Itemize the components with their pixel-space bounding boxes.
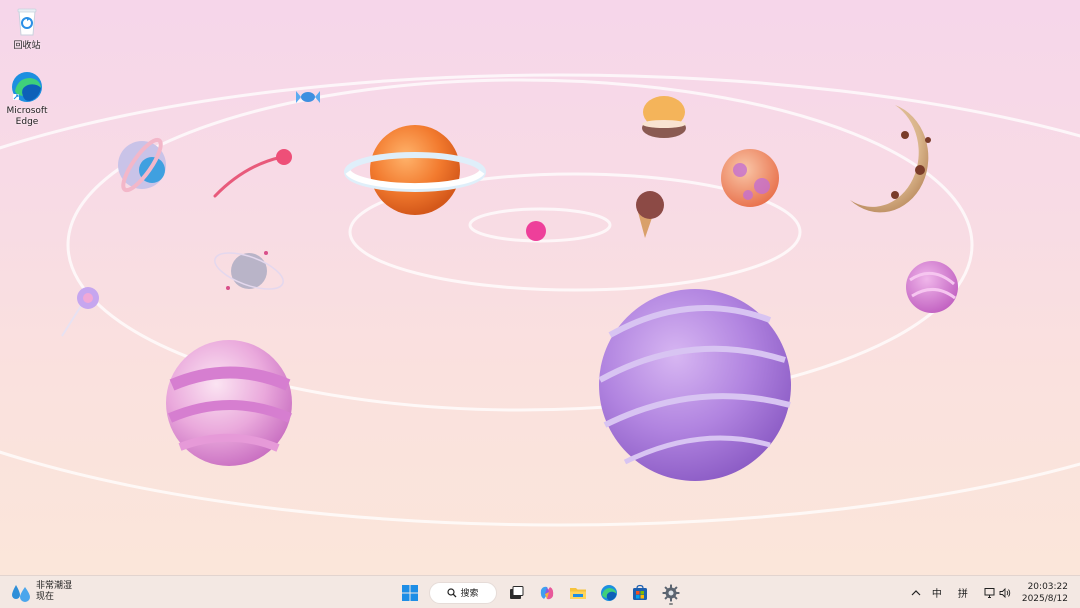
weather-widget[interactable]: 非常潮湿 现在 — [10, 579, 72, 605]
active-indicator — [669, 603, 673, 605]
edge-icon — [601, 584, 617, 601]
clock-date: 2025/8/12 — [1021, 593, 1068, 604]
file-explorer-button[interactable] — [564, 579, 592, 606]
store-icon — [633, 584, 647, 600]
gear-icon — [662, 584, 680, 601]
store-button[interactable] — [626, 579, 654, 606]
recycle-bin-icon — [17, 8, 37, 36]
clock-button[interactable]: 20:03:22 2025/8/12 — [1022, 581, 1072, 605]
quick-settings-button[interactable] — [979, 579, 1016, 606]
system-tray: 中 拼 20:03:22 2025/8/12 — [905, 579, 1072, 606]
comet — [213, 149, 292, 198]
ringed-planet-small — [118, 137, 166, 193]
copilot-button[interactable] — [533, 579, 561, 606]
clock-time: 20:03:22 — [1027, 581, 1068, 592]
chevron-up-icon — [911, 589, 921, 595]
copilot-icon — [540, 586, 554, 599]
grey-ringed-planet — [214, 251, 284, 290]
start-button[interactable] — [396, 579, 424, 606]
pink-ball — [526, 221, 546, 241]
ime-mode-button[interactable]: 拼 — [953, 579, 973, 606]
desktop-icon-recycle-bin[interactable]: 回收站 — [0, 5, 55, 52]
settings-button[interactable] — [657, 579, 685, 606]
desktop-icon-label: 回收站 — [13, 41, 41, 51]
macaron — [642, 96, 686, 138]
patterned-ball — [721, 149, 779, 207]
taskbar-center: 搜索 — [396, 579, 688, 606]
network-icon — [984, 587, 995, 598]
windows-start-icon — [402, 584, 418, 601]
edge-taskbar-button[interactable] — [595, 579, 623, 606]
task-view-button[interactable] — [502, 579, 530, 606]
water-drops-icon — [12, 585, 30, 602]
search-label: 搜索 — [460, 589, 479, 599]
wallpaper — [0, 73, 1080, 527]
show-hidden-icons-button[interactable] — [905, 579, 927, 606]
search-button[interactable]: 搜索 — [429, 581, 497, 604]
search-icon — [447, 587, 457, 597]
weather-time: 现在 — [36, 592, 55, 602]
purple-planet — [598, 289, 791, 481]
ice-cream — [636, 191, 664, 238]
edge-icon — [12, 72, 42, 102]
orange-ringed-planet — [344, 125, 486, 215]
weather-condition: 非常潮湿 — [36, 581, 73, 591]
desktop[interactable]: 回收站 Microsoft Edge — [0, 0, 1080, 575]
cookie-moon — [850, 105, 931, 213]
task-view-icon — [510, 585, 524, 599]
desktop-icon-label: Microsoft Edge — [6, 106, 48, 127]
desktop-icon-edge[interactable]: Microsoft Edge — [0, 70, 55, 128]
folder-icon — [570, 587, 586, 599]
volume-icon — [999, 587, 1011, 598]
lollipop — [61, 287, 99, 337]
pink-swirl-planet — [166, 340, 292, 466]
ime-language-button[interactable]: 中 — [927, 579, 947, 606]
taskbar: 非常潮湿 现在 搜索 中 拼 20:03:22 2025/8/12 — [0, 575, 1080, 608]
yarn-ball — [906, 261, 958, 313]
